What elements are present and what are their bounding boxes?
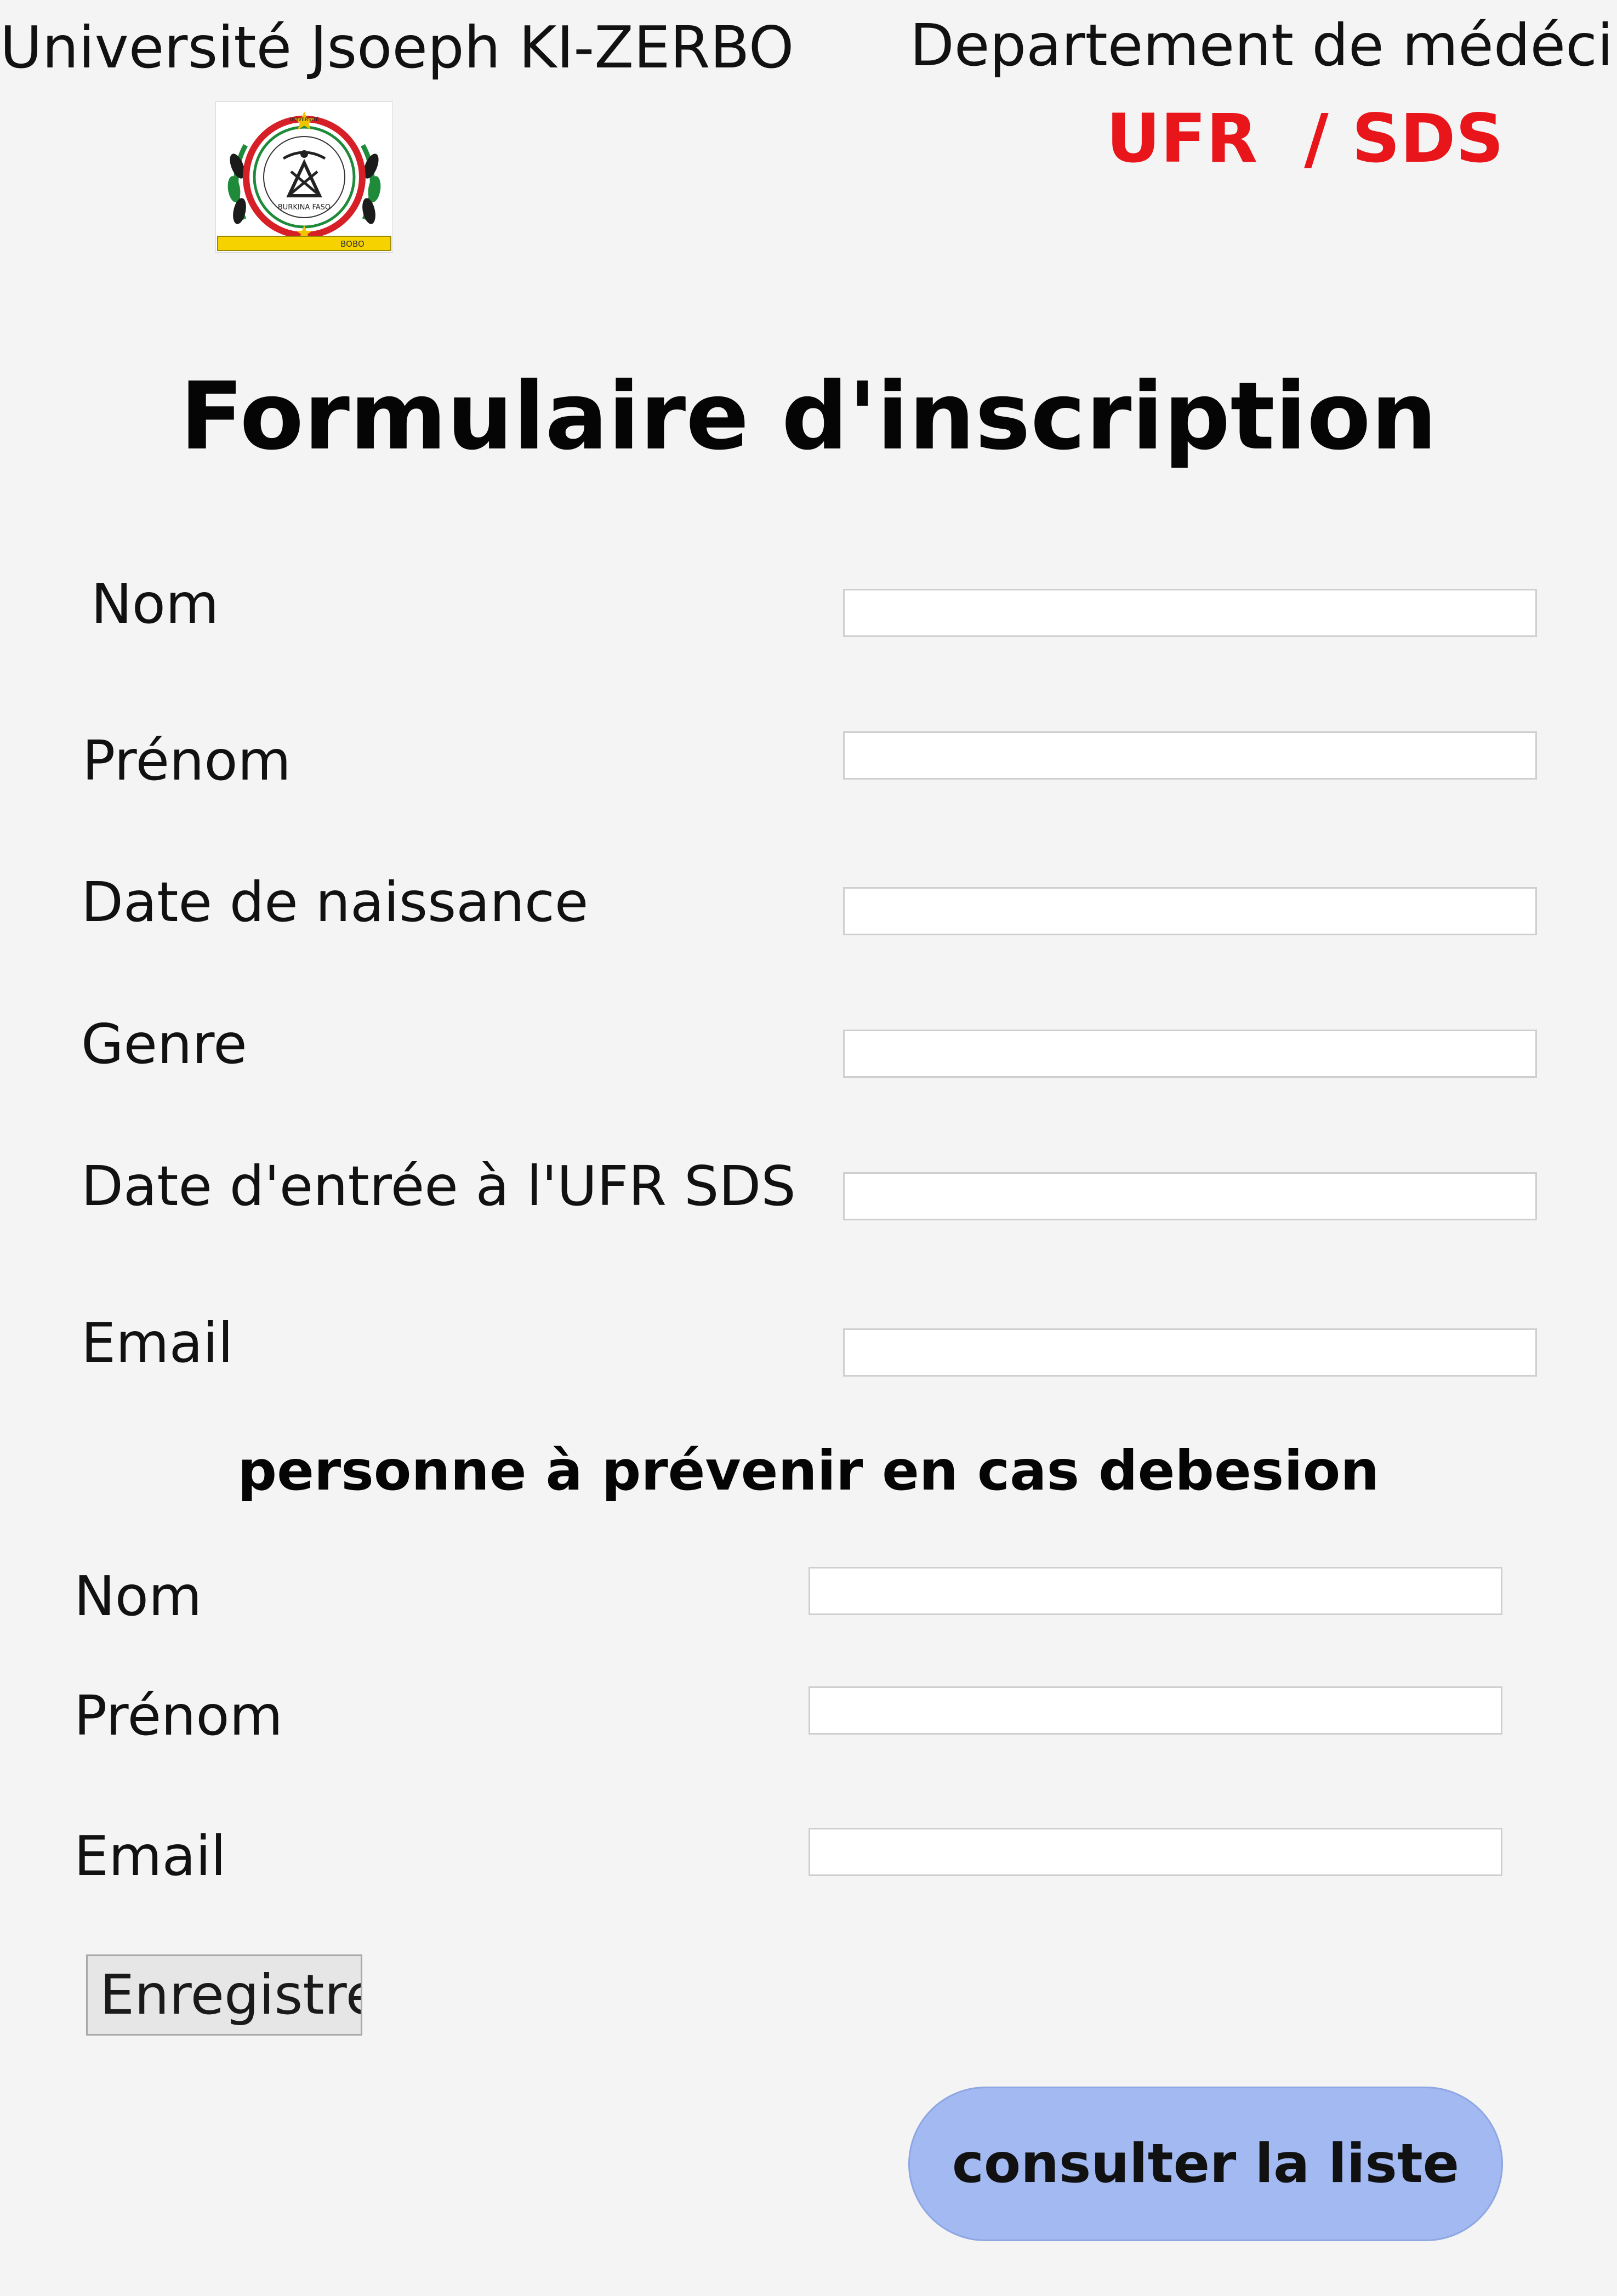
email-input[interactable] xyxy=(843,1328,1537,1377)
contact-prenom-input[interactable] xyxy=(808,1686,1502,1735)
logo-top-text: UNIVERSITÉ xyxy=(289,116,319,123)
form-title: Formulaire d'inscription xyxy=(180,362,1437,471)
department-name: Departement de médécine xyxy=(910,12,1617,79)
university-logo: BURKINA FASO UNIVERSITÉ BOBO xyxy=(215,101,394,253)
contact-nom-input[interactable] xyxy=(808,1567,1502,1615)
date-naissance-input[interactable] xyxy=(843,887,1537,935)
genre-input[interactable] xyxy=(843,1030,1537,1078)
label-email: Email xyxy=(81,1311,234,1375)
date-entree-input[interactable] xyxy=(843,1172,1537,1220)
label-contact-prenom: Prénom xyxy=(74,1684,283,1748)
label-contact-nom: Nom xyxy=(74,1564,202,1628)
save-button[interactable]: Enregistrer xyxy=(86,1954,362,2036)
university-name: Université Jsoeph KI-ZERBO xyxy=(0,14,794,81)
logo-ribbon-text: BOBO xyxy=(340,239,365,249)
label-nom: Nom xyxy=(91,572,219,636)
university-seal-icon: BURKINA FASO UNIVERSITÉ BOBO xyxy=(215,101,394,253)
label-contact-email: Email xyxy=(74,1824,226,1888)
label-date-naissance: Date de naissance xyxy=(81,870,589,934)
label-date-entree: Date d'entrée à l'UFR SDS xyxy=(81,1154,796,1218)
ufr-title: UFR / SDS xyxy=(1106,100,1504,178)
consult-list-button[interactable]: consulter la liste xyxy=(908,2087,1503,2241)
logo-country-text: BURKINA FASO xyxy=(278,203,331,212)
prenom-input[interactable] xyxy=(843,731,1537,780)
label-prenom: Prénom xyxy=(82,729,291,793)
contact-email-input[interactable] xyxy=(808,1828,1502,1876)
emergency-contact-heading: personne à prévenir en cas debesion xyxy=(237,1439,1380,1503)
nom-input[interactable] xyxy=(843,589,1537,637)
label-genre: Genre xyxy=(81,1012,247,1076)
